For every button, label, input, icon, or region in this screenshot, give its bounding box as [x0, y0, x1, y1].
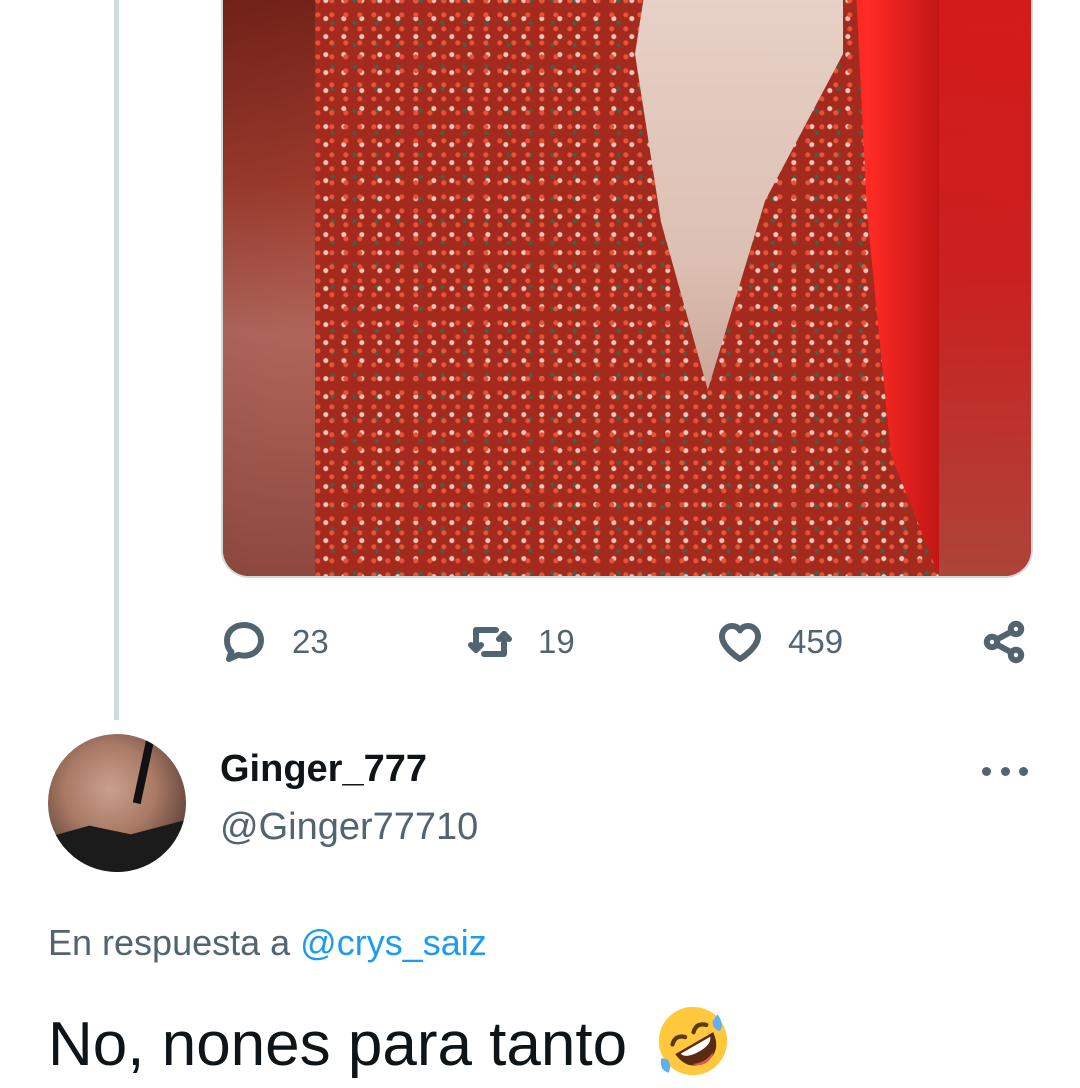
- more-dot-icon: [1000, 766, 1010, 776]
- reply-mention-link[interactable]: @crys_saiz: [300, 922, 487, 963]
- user-handle[interactable]: @Ginger77710: [220, 806, 478, 849]
- heart-icon: [719, 623, 761, 662]
- photo-blur-left: [223, 0, 315, 576]
- avatar-detail-clothing: [48, 819, 186, 872]
- retweet-button[interactable]: 19: [466, 612, 575, 672]
- tweet-action-bar: 23 19 459: [0, 612, 1080, 672]
- retweet-count: 19: [538, 623, 575, 660]
- reply-icon: [224, 622, 264, 662]
- avatar[interactable]: [48, 734, 186, 872]
- reply-button[interactable]: 23: [220, 612, 329, 672]
- more-dot-icon: [1019, 766, 1028, 776]
- reply-context-label: En respuesta a: [48, 922, 301, 963]
- like-count: 459: [788, 623, 844, 660]
- photo-blur-right: [939, 0, 1031, 576]
- tweet-photo[interactable]: [221, 0, 1033, 578]
- retweet-icon: [468, 627, 512, 657]
- more-dot-icon: [982, 766, 991, 776]
- rolling-on-floor-laughing-emoji: [659, 1006, 728, 1075]
- avatar-detail: [132, 734, 156, 805]
- share-button[interactable]: [980, 612, 1028, 672]
- photo-dress-pattern: [315, 0, 939, 576]
- user-display-name[interactable]: Ginger_777: [220, 748, 427, 791]
- share-icon: [983, 620, 1025, 664]
- reply-context: En respuesta a @crys_saiz: [48, 922, 487, 964]
- like-button[interactable]: 459: [716, 612, 843, 672]
- more-options-button[interactable]: [982, 756, 1028, 786]
- tweet-body: No, nones para tanto: [48, 1006, 732, 1088]
- tweet-text: No, nones para tanto: [48, 1010, 628, 1079]
- reply-count: 23: [292, 623, 329, 660]
